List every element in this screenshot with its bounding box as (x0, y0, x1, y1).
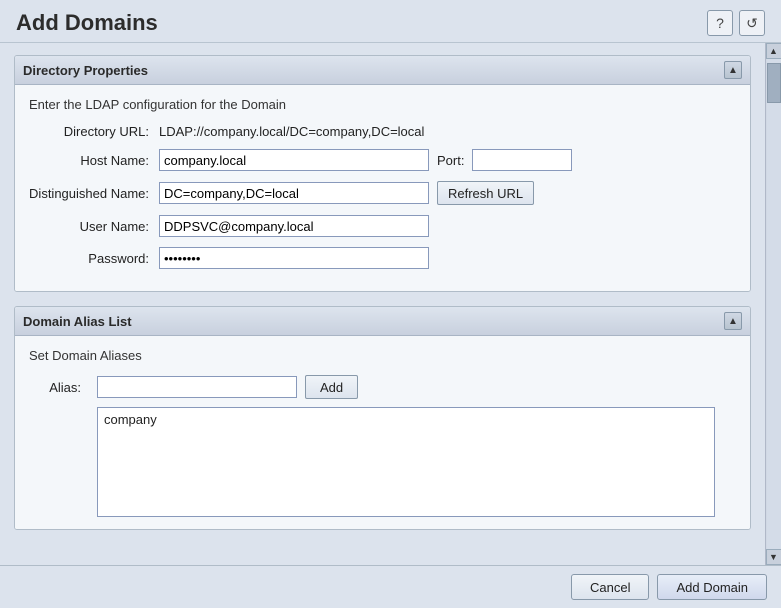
alias-list-box[interactable]: company (97, 407, 715, 517)
password-label: Password: (29, 251, 159, 266)
port-row: Port: (437, 149, 572, 171)
port-label: Port: (437, 153, 464, 168)
hostname-label: Host Name: (29, 153, 159, 168)
dn-label: Distinguished Name: (29, 186, 159, 201)
directory-url-value: LDAP://company.local/DC=company,DC=local (159, 124, 424, 139)
domain-alias-header: Domain Alias List ▲ (15, 307, 750, 336)
header-icons: ? ↺ (707, 10, 765, 36)
scrollable-content: Directory Properties ▲ Enter the LDAP co… (0, 43, 765, 565)
username-label: User Name: (29, 219, 159, 234)
username-input[interactable] (159, 215, 429, 237)
domain-alias-title: Domain Alias List (23, 314, 132, 329)
add-domain-button[interactable]: Add Domain (657, 574, 767, 600)
directory-properties-panel: Directory Properties ▲ Enter the LDAP co… (14, 55, 751, 292)
scroll-down-arrow[interactable]: ▼ (766, 549, 781, 565)
refresh-button[interactable]: ↺ (739, 10, 765, 36)
directory-properties-title: Directory Properties (23, 63, 148, 78)
directory-properties-subtitle: Enter the LDAP configuration for the Dom… (29, 97, 736, 112)
domain-alias-body: Set Domain Aliases Alias: Add company (15, 336, 750, 529)
directory-url-row: Directory URL: LDAP://company.local/DC=c… (29, 124, 736, 139)
port-input[interactable] (472, 149, 572, 171)
username-row: User Name: (29, 215, 736, 237)
help-button[interactable]: ? (707, 10, 733, 36)
main-container: Add Domains ? ↺ Directory Properties ▲ E… (0, 0, 781, 608)
alias-input-row: Alias: Add (29, 375, 736, 399)
domain-alias-panel: Domain Alias List ▲ Set Domain Aliases A… (14, 306, 751, 530)
side-scrollbar: ▲ ▼ (765, 43, 781, 565)
refresh-url-button[interactable]: Refresh URL (437, 181, 534, 205)
scroll-thumb[interactable] (767, 63, 781, 103)
header: Add Domains ? ↺ (0, 0, 781, 43)
hostname-input[interactable] (159, 149, 429, 171)
password-input[interactable] (159, 247, 429, 269)
directory-url-label: Directory URL: (29, 124, 159, 139)
page-title: Add Domains (16, 10, 158, 36)
hostname-row: Host Name: Port: (29, 149, 736, 171)
domain-alias-collapse[interactable]: ▲ (724, 312, 742, 330)
cancel-button[interactable]: Cancel (571, 574, 649, 600)
list-item: company (104, 412, 708, 427)
directory-properties-collapse[interactable]: ▲ (724, 61, 742, 79)
scroll-up-arrow[interactable]: ▲ (766, 43, 781, 59)
dn-input[interactable] (159, 182, 429, 204)
domain-alias-subtitle: Set Domain Aliases (29, 348, 736, 363)
directory-properties-header: Directory Properties ▲ (15, 56, 750, 85)
dn-row: Distinguished Name: Refresh URL (29, 181, 736, 205)
content-area: Directory Properties ▲ Enter the LDAP co… (0, 43, 781, 565)
password-row: Password: (29, 247, 736, 269)
scroll-track (767, 59, 781, 549)
directory-properties-body: Enter the LDAP configuration for the Dom… (15, 85, 750, 291)
footer: Cancel Add Domain (0, 565, 781, 608)
alias-label: Alias: (29, 380, 89, 395)
add-alias-button[interactable]: Add (305, 375, 358, 399)
alias-input[interactable] (97, 376, 297, 398)
